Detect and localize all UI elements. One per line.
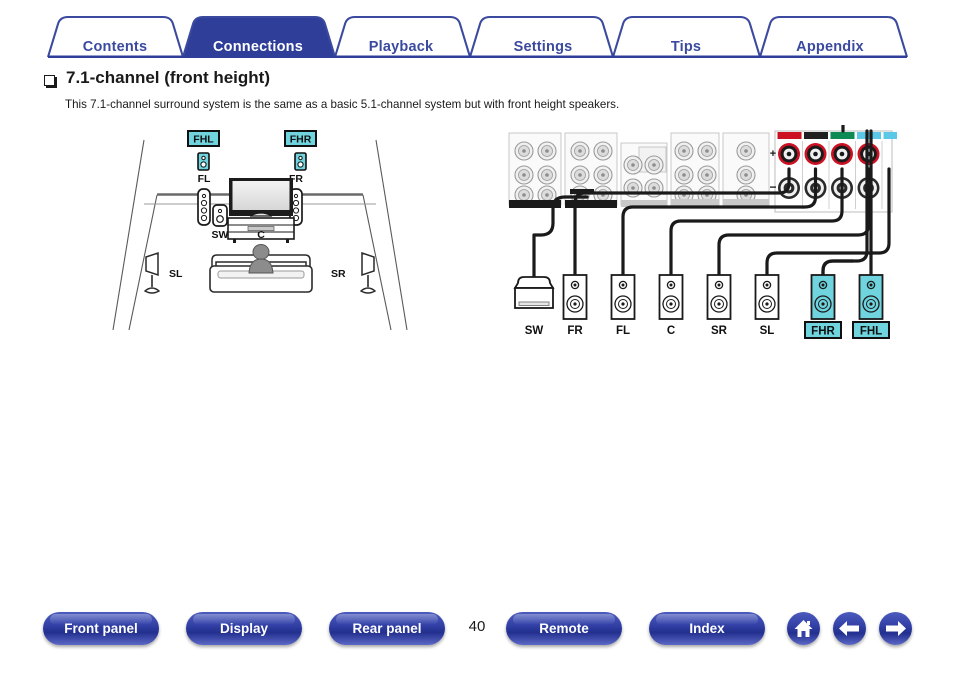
tab-contents[interactable]: Contents [83,39,147,55]
speaker-fr [562,274,588,320]
svg-text:FHL: FHL [860,326,882,338]
subwoofer-room-icon [212,204,228,227]
terminal-label-surround-l [883,132,897,139]
room-label-sw: SW [212,229,229,241]
arrow-left-icon [839,621,859,636]
svg-text:FHR: FHR [811,326,835,338]
home-icon [794,620,813,637]
height-speaker-right-icon [294,152,307,171]
terminal-plus-marker: + [770,148,776,160]
front-left-speaker-icon [197,188,211,226]
square-outline-icon [44,75,57,88]
front-panel-button[interactable]: Front panel [43,612,159,645]
height-speaker-left-icon [197,152,210,171]
page-description: This 7.1-channel surround system is the … [65,98,620,111]
page-number: 40 [468,618,486,635]
speaker-label-fhr-box: FHR [804,321,842,339]
receiver-wiring-diagram: + − SW FR FL C SR SL FHR FHL [505,125,897,340]
tab-connections[interactable]: Connections [213,39,303,55]
tab-tips[interactable]: Tips [671,39,701,55]
speaker-c [658,274,684,320]
speaker-label-fl: FL [616,325,630,337]
television-icon [229,178,293,217]
rear-panel-button[interactable]: Rear panel [329,612,445,645]
speaker-label-fhl-box: FHL [852,321,890,339]
room-label-c: C [257,229,265,241]
forward-button[interactable] [879,612,912,645]
speaker-label-sl: SL [760,325,775,337]
tab-playback[interactable]: Playback [369,39,433,55]
room-label-fl: FL [198,173,211,185]
page-title: 7.1-channel (front height) [66,68,270,87]
arrow-right-icon [886,621,906,636]
speaker-label-c: C [667,325,675,337]
room-layout-diagram: FHL FHR FL FR SW C SL SR [100,125,420,340]
terminal-label-surround-r [857,132,881,139]
tab-bar: Contents Connections Playback Settings T… [0,14,954,58]
display-button[interactable]: Display [186,612,302,645]
room-label-sr: SR [331,268,346,280]
speaker-label-sw: SW [525,325,544,337]
speaker-label-sr: SR [711,325,728,337]
listener-sofa-icon [209,244,313,293]
speaker-sr [706,274,732,320]
footer-nav: Front panel Display Rear panel 40 Remote… [0,612,954,662]
tab-settings[interactable]: Settings [514,39,573,55]
terminal-label-center [830,132,855,139]
back-button[interactable] [833,612,866,645]
terminal-label-front-r [777,132,802,139]
room-label-sl: SL [169,268,183,280]
surround-right-speaker-icon [359,251,377,294]
jack-block-video-in [620,142,668,207]
home-button[interactable] [787,612,820,645]
jack-block-audio-in [508,132,562,208]
speaker-fhr [810,274,836,320]
tab-appendix[interactable]: Appendix [796,39,864,55]
speaker-sl [754,274,780,320]
svg-text:FHR: FHR [290,134,312,146]
terminal-label-front-l [804,132,828,139]
room-label-fhl: FHL [187,130,220,147]
receiver-rear-panel: + − [507,130,897,213]
speaker-sw [513,276,555,309]
remote-button[interactable]: Remote [506,612,622,645]
speaker-label-fr: FR [567,325,583,337]
svg-text:FHL: FHL [193,134,214,146]
jack-block-component-video-in [670,132,720,207]
speaker-fhl [858,274,884,320]
room-label-fhr: FHR [284,130,317,147]
tab-bar-baseline [48,55,907,58]
speaker-fl [610,274,636,320]
jack-block-component-video-out [722,132,770,207]
surround-left-speaker-icon [143,251,161,294]
index-button[interactable]: Index [649,612,765,645]
